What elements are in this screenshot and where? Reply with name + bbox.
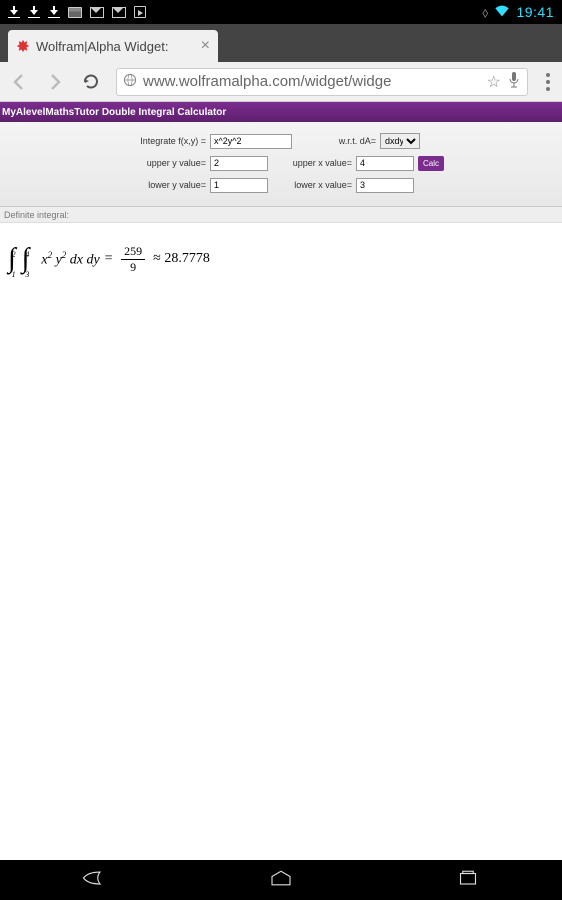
- result-header: Definite integral:: [0, 207, 562, 223]
- widget-title-bar: MyAlevelMathsTutor Double Integral Calcu…: [0, 102, 562, 122]
- browser-tab[interactable]: Wolfram|Alpha Widget: ×: [8, 30, 218, 62]
- recents-nav-button[interactable]: [453, 866, 483, 895]
- upper-x-input[interactable]: [356, 156, 414, 171]
- lower-x-label: lower x value=: [268, 180, 356, 190]
- wolfram-favicon-icon: [16, 39, 30, 53]
- mail-icon: [112, 7, 126, 18]
- back-button[interactable]: [8, 71, 30, 93]
- widget-form: Integrate f(x,y) = w.r.t. dA= dxdy upper…: [0, 122, 562, 207]
- download-icon: [28, 6, 40, 18]
- url-input[interactable]: www.wolframalpha.com/widget/widge ☆: [116, 68, 528, 96]
- bookmark-star-icon[interactable]: ☆: [487, 72, 501, 92]
- play-store-icon: [134, 6, 146, 18]
- tab-strip: Wolfram|Alpha Widget: ×: [0, 24, 562, 62]
- globe-icon: [123, 73, 137, 90]
- wrt-select[interactable]: dxdy: [380, 133, 420, 149]
- image-icon: [68, 7, 82, 18]
- status-bar: ⬨ 19:41: [0, 0, 562, 24]
- integrate-label: Integrate f(x,y) =: [0, 136, 210, 146]
- system-nav-bar: [0, 860, 562, 900]
- result-formula: ∫12 ∫34 x2 y2 dx dy = 259 9 ≈ 28.7778: [0, 223, 562, 295]
- browser-toolbar: www.wolframalpha.com/widget/widge ☆: [0, 62, 562, 102]
- overflow-menu-button[interactable]: [542, 73, 554, 91]
- calc-button[interactable]: Calc: [418, 156, 444, 171]
- url-text: www.wolframalpha.com/widget/widge: [143, 73, 481, 90]
- tab-title: Wolfram|Alpha Widget:: [36, 39, 168, 54]
- mail-icon: [90, 7, 104, 18]
- clock: 19:41: [516, 4, 554, 20]
- home-nav-button[interactable]: [266, 866, 296, 895]
- upper-x-label: upper x value=: [268, 158, 356, 168]
- forward-button[interactable]: [44, 71, 66, 93]
- wifi-icon: [494, 4, 510, 21]
- fraction: 259 9: [121, 244, 145, 275]
- upper-y-label: upper y value=: [0, 158, 210, 168]
- upper-y-input[interactable]: [210, 156, 268, 171]
- back-nav-button[interactable]: [79, 866, 109, 895]
- download-icon: [8, 6, 20, 18]
- close-icon[interactable]: ×: [201, 37, 210, 55]
- lower-y-label: lower y value=: [0, 180, 210, 190]
- function-input[interactable]: [210, 134, 292, 149]
- integrand: x2 y2 dx dy: [41, 250, 99, 269]
- download-icon: [48, 6, 60, 18]
- mic-icon[interactable]: [507, 71, 521, 93]
- lower-y-input[interactable]: [210, 178, 268, 193]
- page-content: MyAlevelMathsTutor Double Integral Calcu…: [0, 102, 562, 900]
- approx-value: ≈ 28.7778: [153, 251, 210, 267]
- wrt-label: w.r.t. dA=: [292, 136, 380, 146]
- reload-button[interactable]: [80, 71, 102, 93]
- bluetooth-icon: ⬨: [482, 4, 488, 21]
- lower-x-input[interactable]: [356, 178, 414, 193]
